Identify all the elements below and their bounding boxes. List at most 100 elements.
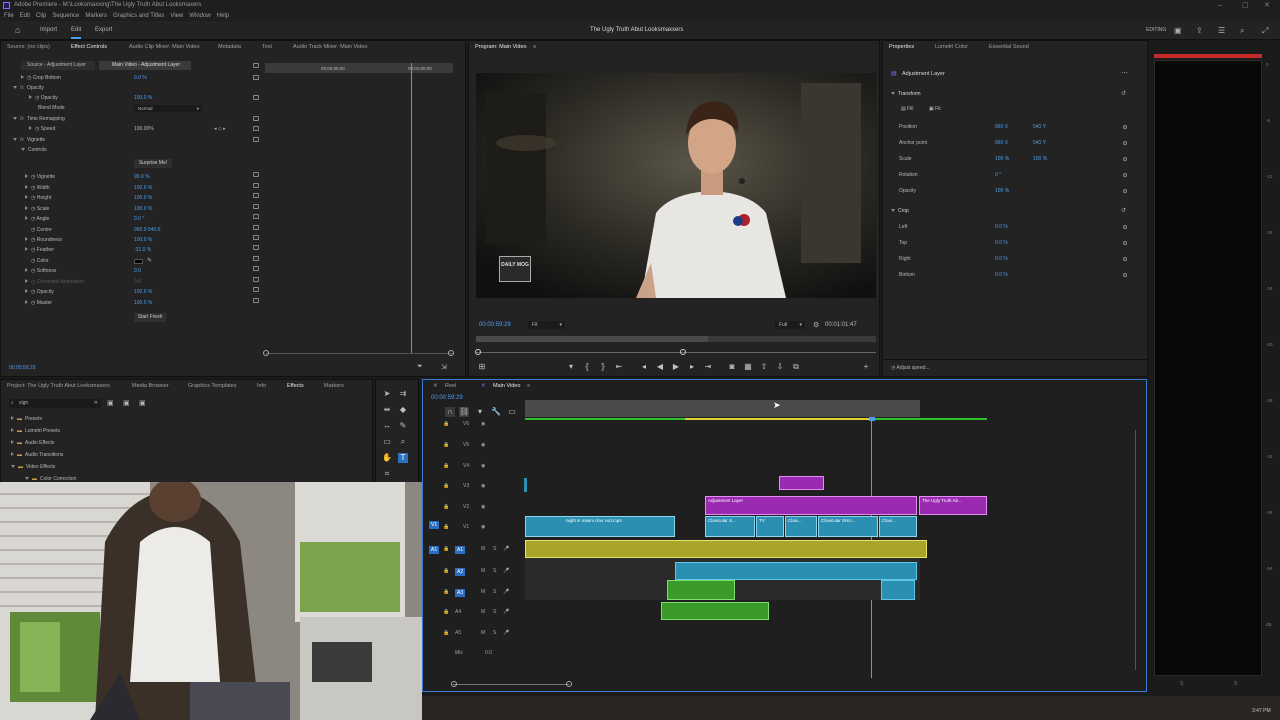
keyframe-toggle-icon[interactable] (1123, 189, 1127, 193)
eye-icon[interactable]: ◉ (481, 463, 485, 469)
reset-icon[interactable] (253, 266, 259, 271)
feather-value[interactable]: -31.0 % (134, 245, 151, 255)
speed-value[interactable]: 100.00% (134, 124, 154, 134)
tab-info[interactable]: Info (257, 380, 266, 392)
accelerated-effects-icon[interactable]: ▣ (107, 399, 114, 407)
lock-icon[interactable]: 🔒 (443, 483, 449, 489)
tab-reel[interactable]: Reel (445, 380, 456, 392)
menu-markers[interactable]: Markers (85, 11, 107, 21)
step-forward-icon[interactable]: ▸ (687, 362, 697, 372)
menu-sequence[interactable]: Sequence (52, 11, 79, 21)
menu-graphics[interactable]: Graphics and Titles (113, 11, 164, 21)
audio-track-label[interactable]: A2 (455, 568, 466, 576)
keyframe-toggle-icon[interactable] (1123, 225, 1127, 229)
safe-margins-icon[interactable]: ▦ (743, 362, 753, 372)
reset-icon[interactable] (253, 193, 259, 198)
video-track-label[interactable]: V4 (463, 463, 469, 469)
extract-icon[interactable]: ⇩ (775, 362, 785, 372)
controls-row[interactable]: Controls (21, 145, 47, 155)
playhead-marker[interactable] (869, 417, 875, 421)
crop-bottom-value[interactable]: 0.0 % (134, 73, 147, 83)
menu-clip[interactable]: Clip (36, 11, 46, 21)
home-icon[interactable]: ⌂ (15, 21, 20, 40)
reset-icon[interactable] (253, 256, 259, 261)
zoom-tool-icon[interactable]: ⌕ (398, 437, 408, 447)
v2-adjustment-clip[interactable]: Adjustment Layer (705, 496, 917, 515)
v1-clip-d[interactable]: Clavicular SHU... (818, 516, 878, 537)
crop-row-value[interactable]: 0.0 % (995, 222, 1008, 232)
scale-value[interactable]: 100.0 % (134, 204, 152, 214)
program-timecode[interactable]: 00:00:59:29 (479, 322, 511, 328)
rectangle-tool-icon[interactable]: ▭ (382, 437, 392, 447)
eye-icon[interactable]: ◉ (481, 504, 485, 510)
tab-import[interactable]: Import (40, 21, 57, 40)
centre-value[interactable]: 960.0 540.0 (134, 225, 160, 235)
v1-clip-f[interactable]: TV (756, 516, 784, 537)
clear-search-icon[interactable]: ✕ (94, 399, 98, 408)
tab-audio-track-mixer[interactable]: Audio Track Mixer: Main Video (293, 41, 368, 53)
add-marker-icon[interactable]: ▾ (566, 362, 576, 372)
step-back-frame-icon[interactable]: ◀ (655, 362, 665, 372)
keyframe-toggle-icon[interactable] (1123, 125, 1127, 129)
fullscreen-icon[interactable]: ⤢ (1262, 21, 1268, 40)
v1-clip-a[interactable]: night in miami clan vod.mp4 (525, 516, 675, 537)
reset-icon[interactable] (253, 126, 259, 131)
surprise-me-button[interactable]: Surprise Me! (134, 159, 172, 168)
lock-icon[interactable]: 🔒 (443, 589, 449, 595)
keyframe-toggle-icon[interactable] (1123, 141, 1127, 145)
selection-tool-icon[interactable]: ➤ (382, 389, 392, 399)
tab-markers[interactable]: Markers (324, 380, 344, 392)
reset-icon[interactable] (253, 277, 259, 282)
prop-value-1[interactable]: 0 ° (995, 170, 1001, 180)
workspaces-icon[interactable]: ▣ (1174, 21, 1182, 40)
eyedropper-icon[interactable]: ✎ (147, 257, 152, 264)
tab-project[interactable]: Project: The Ugly Truth Abut Looksmaxers (7, 380, 110, 392)
effects-tree-item[interactable]: ▬ Lumetri Presets (11, 426, 60, 436)
step-back-icon[interactable]: ◂ (639, 362, 649, 372)
keyframe-toggle-icon[interactable] (1123, 173, 1127, 177)
prop-value-2[interactable]: 540 Y (1033, 138, 1046, 148)
adjust-speed-link[interactable]: ◷ Adjust speed... (891, 365, 930, 371)
reset-icon[interactable] (253, 298, 259, 303)
lock-icon[interactable]: 🔒 (443, 524, 449, 530)
hand-tool-icon[interactable]: ✋ (382, 453, 392, 463)
eye-icon[interactable]: ◉ (481, 442, 485, 448)
tab-export[interactable]: Export (95, 21, 112, 40)
prop-value-1[interactable]: 100 % (995, 186, 1009, 196)
fit-button[interactable]: ▣ Fit (929, 104, 941, 114)
prop-value-1[interactable]: 960 X (995, 122, 1008, 132)
tab-effect-controls[interactable]: Effect Controls (71, 41, 107, 53)
eye-icon[interactable]: ◉ (481, 524, 485, 530)
lock-icon[interactable]: 🔒 (443, 546, 449, 552)
reset-icon[interactable] (253, 172, 259, 177)
hscroll-left-handle[interactable] (451, 681, 457, 687)
compare-icon[interactable]: ⧉ (791, 362, 801, 372)
crop-row-value[interactable]: 0.0 % (995, 254, 1008, 264)
source-patch-a1[interactable]: A1 (429, 546, 440, 554)
ripple-edit-tool-icon[interactable]: ⇹ (382, 405, 392, 415)
yuv-effects-icon[interactable]: ▣ (139, 399, 146, 407)
reset-icon[interactable] (253, 287, 259, 292)
width-value[interactable]: 100.0 % (134, 183, 152, 193)
lock-icon[interactable]: 🔒 (443, 421, 449, 427)
lock-icon[interactable]: 🔒 (443, 442, 449, 448)
effects-tree-item[interactable]: ▬ Presets (11, 414, 42, 424)
reset-icon[interactable] (253, 116, 259, 121)
reset-icon[interactable] (253, 75, 259, 80)
mic-icon[interactable]: 🎤 (503, 609, 509, 615)
keyframe-toggle-icon[interactable] (1123, 241, 1127, 245)
scrub-start-handle[interactable] (475, 349, 481, 355)
blend-mode-dropdown[interactable]: Normal ▾ (134, 105, 202, 112)
captions-icon[interactable]: ▭ (507, 407, 517, 417)
program-title[interactable]: Program: Main Video (475, 41, 527, 53)
video-track-label[interactable]: V2 (463, 504, 469, 510)
timeline-ruler-range[interactable] (525, 400, 920, 417)
effect-current-time[interactable]: 00;00;59;29 (9, 365, 35, 371)
a3-sfx-clip[interactable] (667, 580, 735, 600)
effects-search-input[interactable]: ⌕ vign ✕ (9, 399, 101, 408)
reset-icon[interactable] (253, 245, 259, 250)
tab-audio-clip-mixer[interactable]: Audio Clip Mixer: Main Video (129, 41, 200, 53)
source-layer-label[interactable]: Source - Adjustment Layer (21, 61, 95, 70)
scrub-end-handle[interactable] (680, 349, 686, 355)
effects-tree-item[interactable]: ▬ Video Effects (11, 462, 55, 472)
